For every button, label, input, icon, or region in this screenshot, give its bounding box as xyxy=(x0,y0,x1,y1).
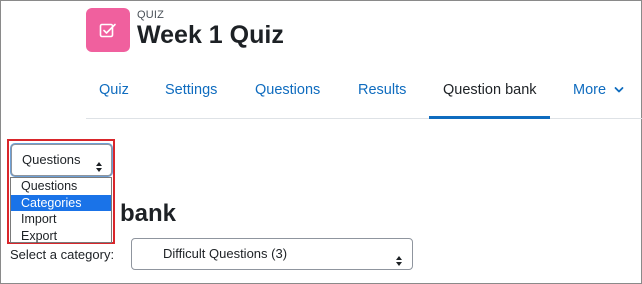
page-title: Week 1 Quiz xyxy=(137,21,284,49)
option-export[interactable]: Export xyxy=(11,228,111,245)
tab-results[interactable]: Results xyxy=(358,63,406,119)
quiz-edit-icon xyxy=(86,8,130,52)
tab-questions[interactable]: Questions xyxy=(255,63,320,119)
tab-quiz[interactable]: Quiz xyxy=(99,63,129,119)
category-label: Select a category: xyxy=(10,247,115,262)
select-arrows-icon xyxy=(395,248,403,278)
tab-settings[interactable]: Settings xyxy=(165,63,217,119)
category-select[interactable]: Difficult Questions (3) xyxy=(131,238,413,270)
tab-more-label: More xyxy=(573,82,607,98)
chevron-down-icon xyxy=(614,63,624,117)
question-bank-nav-select[interactable]: Questions xyxy=(11,144,112,176)
category-select-value: Difficult Questions (3) xyxy=(163,246,288,261)
tab-more[interactable]: More xyxy=(573,63,624,119)
page-heading: bank xyxy=(120,200,177,227)
option-questions[interactable]: Questions xyxy=(11,178,111,195)
option-categories[interactable]: Categories xyxy=(11,194,111,211)
select-value: Questions xyxy=(22,152,81,167)
option-import[interactable]: Import xyxy=(11,211,111,228)
secondary-nav: Quiz Settings Questions Results Question… xyxy=(86,63,642,119)
activity-type-label: QUIZ xyxy=(137,9,165,21)
tab-question-bank[interactable]: Question bank xyxy=(443,63,537,119)
active-tab-indicator xyxy=(429,116,550,119)
select-dropdown-list: Questions Categories Import Export xyxy=(10,177,112,243)
